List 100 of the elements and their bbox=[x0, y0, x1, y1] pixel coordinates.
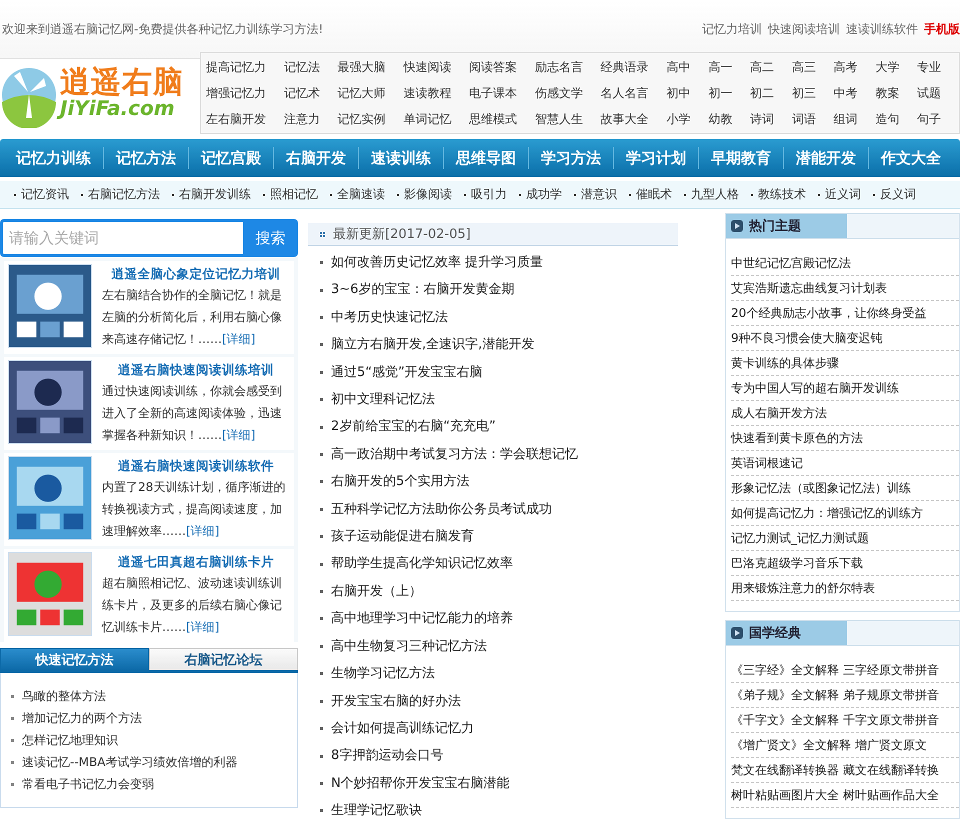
topic-link[interactable]: 用来锻炼注意力的舒尔特表 bbox=[731, 576, 959, 601]
category-link[interactable]: 电子课本 bbox=[469, 81, 535, 105]
article-link[interactable]: 如何改善历史记忆效率 提升学习质量 bbox=[331, 249, 544, 276]
category-link[interactable]: 初中 bbox=[666, 81, 708, 105]
topic-link[interactable]: 树叶粘贴画图片大全 树叶贴画作品大全 bbox=[731, 783, 959, 808]
article-link[interactable]: N个妙招帮你开发宝宝右脑潜能 bbox=[331, 770, 510, 798]
category-link[interactable]: 小学 bbox=[666, 107, 708, 131]
topic-link[interactable]: 9种不良习惯会使大脑变迟钝 bbox=[731, 326, 959, 351]
topic-link[interactable]: 巴洛克超级学习音乐下载 bbox=[731, 551, 959, 576]
article-link[interactable]: 中考历史快速记忆法 bbox=[331, 304, 448, 332]
article-link[interactable]: 高一政治期中考试复习方法：学会联想记忆 bbox=[331, 440, 578, 468]
category-link[interactable]: 提高记忆力 bbox=[206, 55, 284, 79]
category-link[interactable]: 试题 bbox=[917, 81, 959, 105]
article-link[interactable]: 通过5“感觉”开发宝宝右脑 bbox=[331, 358, 483, 386]
article-link[interactable]: 开发宝宝右脑的好办法 bbox=[331, 688, 461, 715]
article-link[interactable]: 生物学习记忆方法 bbox=[331, 660, 435, 688]
tab[interactable]: 快速记忆方法 bbox=[0, 648, 149, 670]
top-link[interactable]: 速读训练软件 bbox=[846, 20, 918, 38]
sub-nav-link[interactable]: 反义词 bbox=[880, 186, 928, 203]
top-link[interactable]: 快速阅读培训 bbox=[768, 20, 840, 38]
sub-nav-link[interactable]: 记忆资讯 bbox=[21, 186, 81, 203]
sub-nav-link[interactable]: 吸引力 bbox=[471, 186, 519, 203]
article-link[interactable]: 鸟瞰的整体方法 bbox=[22, 685, 106, 707]
topic-link[interactable]: 20个经典励志小故事，让你终身受益 bbox=[731, 301, 959, 326]
topic-link[interactable]: 中世纪记忆宫殿记忆法 bbox=[731, 251, 959, 276]
promo-title[interactable]: 逍遥右脑快速阅读训练培训 bbox=[102, 360, 290, 380]
article-link[interactable]: 生理学记忆歌诀 bbox=[331, 797, 422, 825]
nav-link[interactable]: 记忆力训练 bbox=[4, 147, 104, 169]
category-link[interactable]: 阅读答案 bbox=[469, 55, 535, 79]
article-link[interactable]: 五种科学记忆方法助你公务员考试成功 bbox=[331, 496, 552, 524]
sub-nav-link[interactable]: 右脑记忆方法 bbox=[88, 186, 172, 203]
article-link[interactable]: 右脑开发的5个实用方法 bbox=[331, 468, 470, 496]
tab[interactable]: 右脑记忆论坛 bbox=[149, 648, 298, 670]
category-link[interactable]: 造句 bbox=[875, 107, 918, 131]
category-link[interactable]: 高三 bbox=[792, 55, 834, 79]
category-link[interactable]: 句子 bbox=[917, 107, 959, 131]
category-link[interactable]: 记忆法 bbox=[284, 55, 338, 79]
category-link[interactable]: 最强大脑 bbox=[338, 55, 404, 79]
category-link[interactable]: 快速阅读 bbox=[403, 55, 470, 79]
promo-title[interactable]: 逍遥右脑快速阅读训练软件 bbox=[102, 456, 290, 476]
article-link[interactable]: 高中生物复习三种记忆方法 bbox=[331, 632, 487, 660]
sub-nav-link[interactable]: 教练技术 bbox=[758, 186, 818, 203]
topic-link[interactable]: 梵文在线翻译转换器 藏文在线翻译转换 bbox=[731, 758, 959, 783]
sub-nav-link[interactable]: 成功学 bbox=[526, 186, 574, 203]
nav-link[interactable]: 思维导图 bbox=[444, 147, 529, 169]
category-link[interactable]: 诗词 bbox=[750, 107, 792, 131]
article-link[interactable]: 脑立方右脑开发,全速识字,潜能开发 bbox=[331, 331, 534, 359]
topic-link[interactable]: 专为中国人写的超右脑开发训练 bbox=[731, 376, 959, 401]
article-link[interactable]: 会计如何提高训练记忆力 bbox=[331, 714, 474, 742]
category-link[interactable]: 励志名言 bbox=[534, 55, 601, 79]
sub-nav-link[interactable]: 潜意识 bbox=[581, 186, 629, 203]
topic-link[interactable]: 《增广贤文》全文解释 增广贤文原文 bbox=[731, 733, 959, 758]
article-link[interactable]: 速读记忆--MBA考试学习绩效倍增的利器 bbox=[22, 751, 238, 773]
sub-nav-link[interactable]: 影像阅读 bbox=[404, 186, 464, 203]
nav-link[interactable]: 潜能开发 bbox=[784, 147, 869, 169]
topic-link[interactable]: 如何提高记忆力：增强记忆的训练方 bbox=[731, 501, 959, 526]
detail-link[interactable]: [详细] bbox=[186, 524, 220, 538]
category-link[interactable]: 伤感文学 bbox=[534, 81, 601, 105]
category-link[interactable]: 记忆实例 bbox=[338, 107, 404, 131]
article-link[interactable]: 初中文理科记忆法 bbox=[331, 386, 435, 414]
category-link[interactable]: 高考 bbox=[834, 55, 876, 79]
top-link[interactable]: 记忆力培训 bbox=[702, 20, 762, 38]
category-link[interactable]: 记忆大师 bbox=[338, 81, 404, 105]
sub-nav-link[interactable]: 九型人格 bbox=[691, 186, 751, 203]
category-link[interactable]: 教案 bbox=[875, 81, 918, 105]
category-link[interactable]: 初二 bbox=[750, 81, 792, 105]
category-link[interactable]: 高二 bbox=[750, 55, 792, 79]
category-link[interactable]: 初一 bbox=[708, 81, 750, 105]
article-link[interactable]: 孩子运动能促进右脑发育 bbox=[331, 523, 474, 550]
detail-link[interactable]: [详细] bbox=[222, 332, 256, 346]
category-link[interactable]: 单词记忆 bbox=[403, 107, 470, 131]
category-link[interactable]: 记忆术 bbox=[284, 81, 338, 105]
category-link[interactable]: 高一 bbox=[708, 55, 750, 79]
article-link[interactable]: 怎样记忆地理知识 bbox=[22, 729, 118, 751]
topic-link[interactable]: 艾宾浩斯遗忘曲线复习计划表 bbox=[731, 276, 959, 301]
nav-link[interactable]: 作文大全 bbox=[869, 147, 953, 169]
article-link[interactable]: 常看电子书记忆力会变弱 bbox=[22, 773, 154, 795]
topic-link[interactable]: 快速看到黄卡原色的方法 bbox=[731, 426, 959, 451]
nav-link[interactable]: 记忆宫殿 bbox=[189, 147, 274, 169]
category-link[interactable]: 高中 bbox=[666, 55, 708, 79]
category-link[interactable]: 思维模式 bbox=[469, 107, 535, 131]
sub-nav-link[interactable]: 照相记忆 bbox=[270, 186, 330, 203]
category-link[interactable]: 增强记忆力 bbox=[206, 81, 284, 105]
article-link[interactable]: 帮助学生提高化学知识记忆效率 bbox=[331, 550, 513, 578]
category-link[interactable]: 智慧人生 bbox=[534, 107, 601, 131]
mobile-link[interactable]: 手机版 bbox=[924, 20, 960, 38]
category-link[interactable]: 注意力 bbox=[284, 107, 338, 131]
category-link[interactable]: 故事大全 bbox=[600, 107, 666, 131]
nav-link[interactable]: 记忆方法 bbox=[104, 147, 189, 169]
search-field[interactable]: 请输入关键词 bbox=[0, 219, 243, 257]
article-link[interactable]: 高中地理学习中记忆能力的培养 bbox=[331, 605, 513, 633]
nav-link[interactable]: 学习计划 bbox=[614, 147, 699, 169]
detail-link[interactable]: [详细] bbox=[222, 428, 256, 442]
category-link[interactable]: 经典语录 bbox=[600, 55, 666, 79]
category-link[interactable]: 幼教 bbox=[708, 107, 750, 131]
category-link[interactable]: 专业 bbox=[917, 55, 959, 79]
sub-nav-link[interactable]: 催眠术 bbox=[636, 186, 684, 203]
topic-link[interactable]: 《弟子规》全文解释 弟子规原文带拼音 bbox=[731, 683, 959, 708]
topic-link[interactable]: 英语词根速记 bbox=[731, 451, 959, 476]
promo-title[interactable]: 逍遥七田真超右脑训练卡片 bbox=[102, 552, 290, 572]
